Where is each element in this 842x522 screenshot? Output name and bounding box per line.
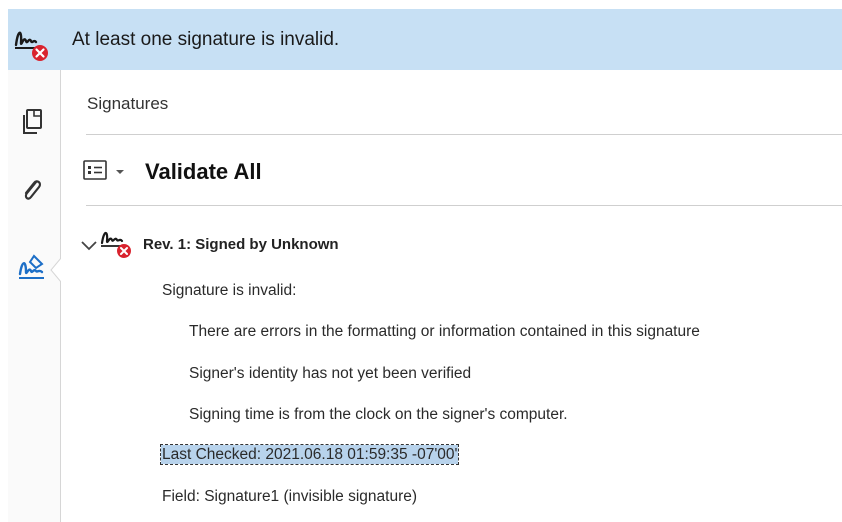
pages-panel-button[interactable] (8, 104, 56, 144)
signature-invalid-icon (12, 23, 52, 68)
attachment-icon (19, 175, 45, 210)
signature-status-banner: At least one signature is invalid. (8, 9, 842, 70)
signature-revision-row[interactable]: Rev. 1: Signed by Unknown (79, 225, 339, 264)
validate-toolbar: Validate All (83, 154, 262, 190)
divider (86, 134, 842, 135)
signature-detail: There are errors in the formatting or in… (189, 323, 700, 340)
chevron-down-icon (115, 163, 125, 181)
expand-chevron-icon[interactable] (79, 235, 99, 255)
signatures-icon (16, 252, 48, 289)
options-list-icon (83, 159, 107, 185)
divider (86, 205, 842, 206)
field-info-text: Field: Signature1 (invisible signature) (162, 488, 418, 505)
signature-status-text: Signature is invalid: (162, 282, 297, 299)
pages-icon (19, 108, 45, 141)
attachments-panel-button[interactable] (8, 172, 56, 212)
signature-detail: Signer's identity has not yet been verif… (189, 365, 472, 382)
signature-detail: Signing time is from the clock on the si… (189, 406, 568, 423)
options-menu-button[interactable] (83, 159, 125, 185)
revision-label: Rev. 1: Signed by Unknown (143, 236, 339, 253)
signature-invalid-icon (99, 225, 133, 264)
validate-all-button[interactable]: Validate All (145, 159, 262, 185)
last-checked-text: Last Checked: 2021.06.18 01:59:35 -07'00… (159, 444, 460, 465)
last-checked-item[interactable]: Last Checked: 2021.06.18 01:59:35 -07'00… (159, 444, 460, 465)
left-tool-rail (8, 70, 61, 522)
signatures-panel: Signatures Validate All Rev. 1: Signed b… (61, 70, 842, 522)
panel-title: Signatures (87, 94, 169, 113)
banner-message: At least one signature is invalid. (72, 29, 340, 50)
